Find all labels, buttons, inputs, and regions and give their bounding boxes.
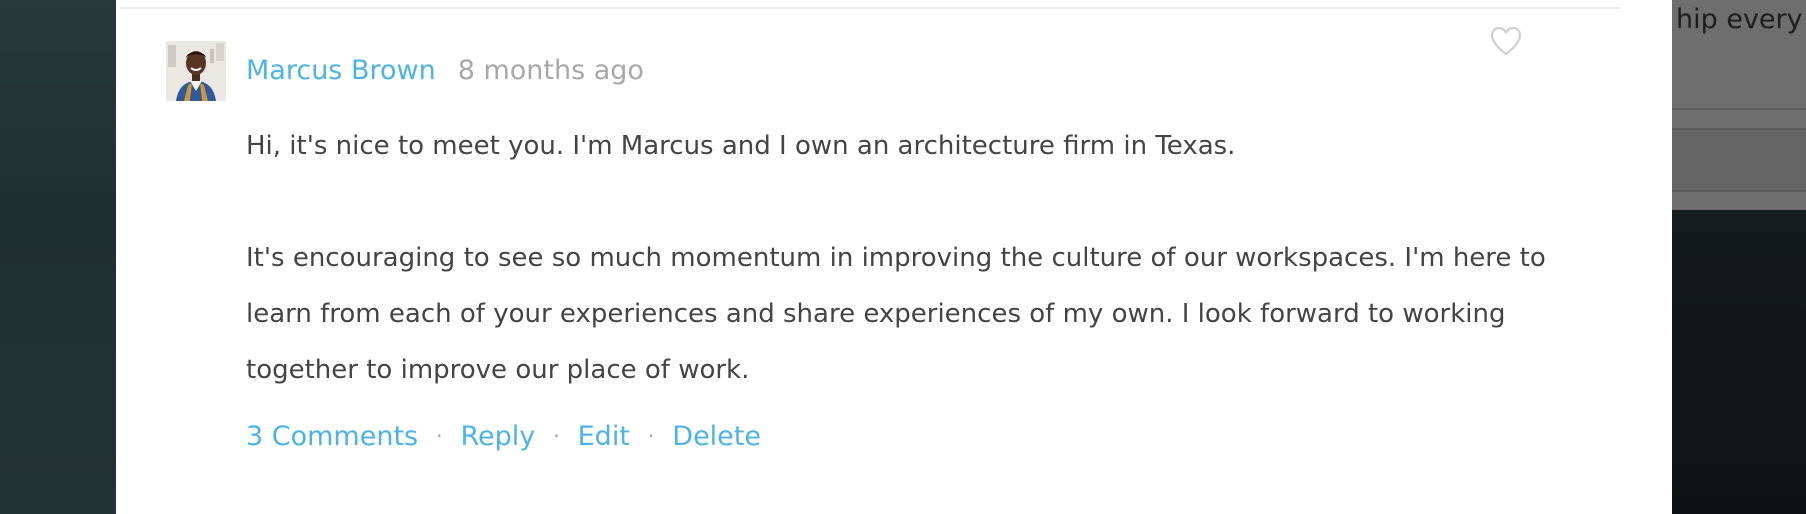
heart-outline-icon [1490, 26, 1522, 56]
author-name-link[interactable]: Marcus Brown [246, 55, 436, 86]
background-divider [1672, 108, 1806, 110]
action-separator: · [553, 424, 560, 448]
action-separator: · [647, 424, 655, 448]
edit-button[interactable]: Edit [578, 421, 630, 452]
divider [120, 7, 1620, 9]
comment-paragraph: Hi, it's nice to meet you. I'm Marcus an… [246, 131, 1236, 161]
background-page-text: hip every c [1676, 4, 1806, 35]
comment-paragraph-line: It's encouraging to see so much momentum… [246, 243, 1546, 273]
comment-actions: 3 Comments · Reply · Edit · Delete [246, 414, 761, 458]
background-row [1672, 128, 1806, 192]
backdrop-left [0, 0, 116, 514]
person-photo-icon [166, 41, 226, 101]
reply-button[interactable]: Reply [460, 421, 535, 452]
comments-count-link[interactable]: 3 Comments [246, 421, 418, 452]
delete-button[interactable]: Delete [672, 421, 761, 452]
comment-timestamp: 8 months ago [457, 54, 644, 86]
comment-card: Marcus Brown 8 months ago Hi, it's nice … [116, 0, 1672, 514]
paragraph-spacer [246, 174, 1666, 230]
comment-body: Hi, it's nice to meet you. I'm Marcus an… [246, 118, 1666, 398]
comment-paragraph-line: learn from each of your experiences and … [246, 299, 1506, 329]
action-separator: · [436, 424, 443, 448]
background-page-panel: hip every c [1672, 0, 1806, 210]
comment-paragraph-line: together to improve our place of work. [246, 355, 750, 385]
avatar[interactable] [166, 41, 226, 101]
backdrop-overlay [1672, 210, 1806, 514]
comment-header: Marcus Brown 8 months ago [246, 48, 644, 92]
like-button[interactable] [1488, 24, 1524, 58]
